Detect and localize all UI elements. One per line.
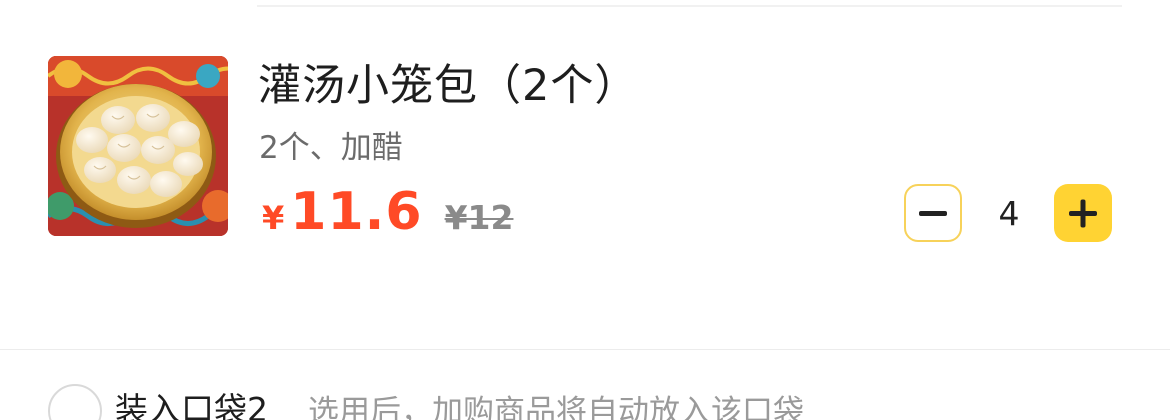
product-thumbnail[interactable] — [48, 56, 228, 236]
increase-quantity-button[interactable] — [1054, 184, 1112, 242]
price-currency: ¥ — [262, 199, 285, 237]
price-line: ¥ 11.6 ¥12 — [262, 182, 513, 246]
bag-option-row[interactable]: 装入口袋2 选用后，加购商品将自动放入该口袋 — [0, 350, 1170, 420]
quantity-stepper: 4 — [903, 184, 1115, 244]
current-price: 11.6 — [290, 182, 423, 242]
cart-page: 灌汤小笼包（2个） 2个、加醋 ¥ 11.6 ¥12 4 装入口袋2 选用后，加… — [0, 0, 1170, 420]
bag-radio-button[interactable] — [48, 384, 102, 420]
product-name[interactable]: 灌汤小笼包（2个） — [258, 56, 638, 116]
bag-hint: 选用后，加购商品将自动放入该口袋 — [308, 394, 804, 420]
steamed-dumplings-image — [48, 56, 228, 236]
bag-title: 装入口袋2 — [115, 390, 268, 420]
original-price: ¥12 — [444, 198, 514, 237]
plus-icon — [1069, 199, 1097, 228]
minus-icon — [919, 211, 947, 216]
quantity-value: 4 — [998, 194, 1020, 233]
product-spec: 2个、加醋 — [259, 130, 403, 166]
decrease-quantity-button[interactable] — [904, 184, 962, 242]
cart-item: 灌汤小笼包（2个） 2个、加醋 ¥ 11.6 ¥12 4 — [0, 0, 1170, 350]
